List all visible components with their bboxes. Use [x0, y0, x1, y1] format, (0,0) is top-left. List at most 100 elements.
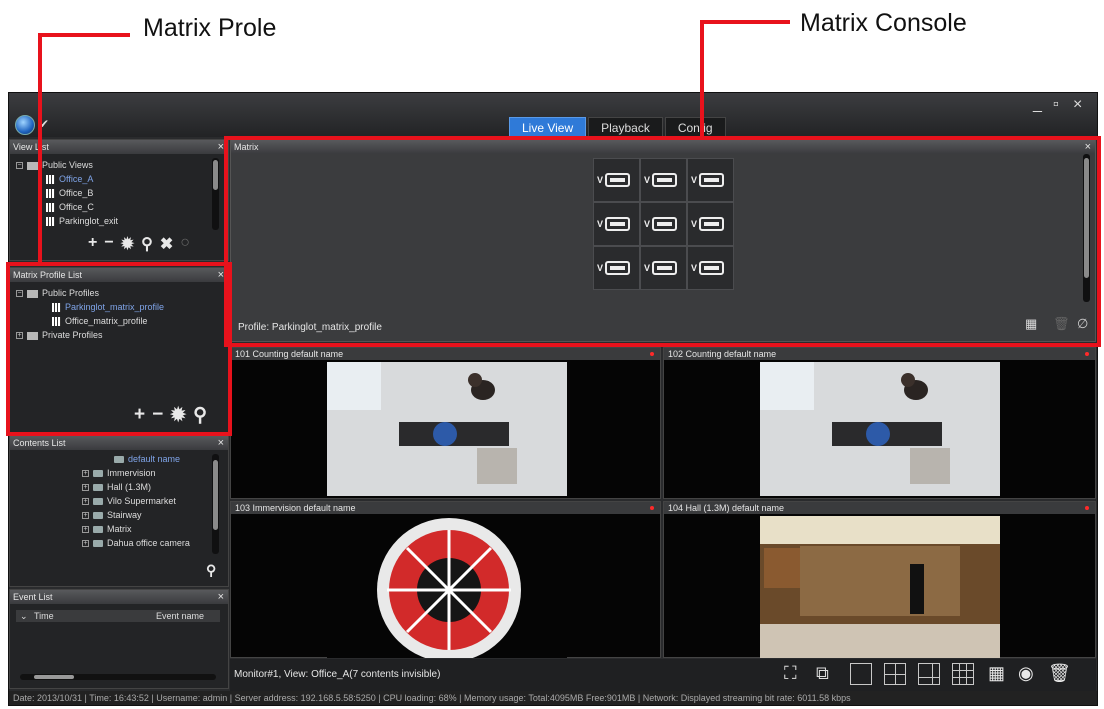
contents-scrollbar[interactable] — [212, 454, 219, 554]
video-tile-header: 101 Counting default name — [231, 348, 660, 360]
expand-icon[interactable]: + — [82, 540, 89, 548]
recording-indicator-icon — [1085, 506, 1089, 510]
video-tile[interactable]: 104 Hall (1.3M) default name — [663, 501, 1096, 658]
layout-2x2-icon[interactable] — [884, 663, 906, 685]
recording-indicator-icon — [1085, 352, 1089, 356]
video-tile[interactable]: 103 Immervision default name — [230, 501, 661, 658]
event-list-panel: Event List × ⌄ Time Event name — [9, 589, 229, 689]
app-logo-icon[interactable] — [15, 115, 35, 135]
camera-icon — [93, 498, 103, 506]
contents-scroll-thumb[interactable] — [213, 460, 218, 530]
callout-line-left-horizontal — [38, 33, 130, 37]
contents-list-title: Contents List — [13, 438, 66, 448]
collapse-icon[interactable]: − — [16, 162, 23, 170]
camera-icon — [93, 512, 103, 520]
restore-icon[interactable]: ▫ — [1053, 97, 1059, 113]
callout-line-right-horizontal — [700, 20, 790, 24]
event-hscrollbar[interactable] — [20, 674, 216, 680]
trash-icon[interactable]: 🗑 — [1048, 663, 1071, 685]
view-control-bar: Monitor#1, View: Office_A(7 contents inv… — [230, 659, 1096, 691]
fullscreen-icon[interactable]: ⛶ — [784, 663, 806, 685]
settings-gear-icon[interactable]: ✹ — [121, 234, 134, 254]
tree-item-view[interactable]: Office_A — [46, 174, 93, 185]
contents-toolbar: ⚲ — [206, 562, 216, 579]
recording-indicator-icon — [650, 506, 654, 510]
tree-item-public-views[interactable]: − Public Views — [16, 160, 93, 170]
tree-item-camera-group[interactable]: + Hall (1.3M) — [82, 482, 151, 492]
tools-icon[interactable]: ✖ — [160, 234, 173, 254]
camera-icon — [93, 540, 103, 548]
expand-icon[interactable]: + — [82, 498, 89, 506]
tree-item-content[interactable]: default name — [114, 454, 180, 464]
tree-item-camera-group[interactable]: + Immervision — [82, 468, 156, 478]
status-bar: Date: 2013/10/31 | Time: 16:43:52 | User… — [9, 691, 1097, 705]
remove-icon[interactable]: − — [104, 234, 113, 254]
main-tabs: Live View Playback Config — [509, 117, 728, 137]
close-icon[interactable]: × — [1073, 97, 1082, 113]
callout-matrix-console: Matrix Console — [800, 9, 967, 37]
tree-item-camera-group[interactable]: + Matrix — [82, 524, 132, 534]
contents-list-panel: Contents List × default name + Immervisio… — [9, 435, 229, 587]
column-event-name[interactable]: Event name — [156, 610, 204, 622]
layout-1x1-icon[interactable] — [850, 663, 872, 685]
expand-icon[interactable]: + — [82, 470, 89, 478]
search-icon[interactable]: ⚲ — [206, 562, 216, 579]
event-list-header: Event List × — [10, 590, 228, 604]
screenshot-root: Matrix Prole Matrix Console ✔ Live View … — [0, 0, 1104, 709]
expand-icon[interactable]: + — [82, 512, 89, 520]
matrix-profile-highlight — [6, 262, 232, 436]
matrix-output-icon[interactable]: ▦ — [988, 663, 1010, 685]
view-list-panel: View List × − Public Views Office_A Offic… — [9, 139, 229, 261]
expand-icon[interactable]: + — [82, 526, 89, 534]
event-list-title: Event List — [13, 592, 53, 602]
video-tile-header: 103 Immervision default name — [231, 502, 660, 514]
minimize-icon[interactable]: _ — [1033, 97, 1042, 113]
layout-grid-icon — [46, 175, 55, 185]
camera-icon — [93, 526, 103, 534]
video-tile-header: 104 Hall (1.3M) default name — [664, 502, 1095, 514]
video-tile[interactable]: 102 Counting default name — [663, 347, 1096, 499]
callout-line-right-vertical — [700, 20, 704, 136]
camera-icon — [114, 456, 124, 464]
layout-grid-icon — [46, 217, 55, 227]
title-bar: ✔ Live View Playback Config _ ▫ × — [9, 93, 1097, 137]
video-tile-header: 102 Counting default name — [664, 348, 1095, 360]
callout-line-left-vertical — [38, 33, 42, 262]
video-tile[interactable]: 101 Counting default name — [230, 347, 661, 499]
event-hscroll-thumb[interactable] — [34, 675, 74, 679]
disabled-action-icon[interactable]: ○ — [180, 234, 190, 254]
view-list-scrollbar[interactable] — [212, 158, 219, 230]
tree-item-view[interactable]: Office_B — [46, 188, 93, 199]
tree-item-camera-group[interactable]: + Stairway — [82, 510, 142, 520]
tree-item-view[interactable]: Parkinglot_exit — [46, 216, 118, 227]
contents-list-close-icon[interactable]: × — [218, 436, 224, 450]
layout-1plus5-icon[interactable] — [918, 663, 940, 685]
contents-list-header: Contents List × — [10, 436, 228, 450]
expand-icon[interactable]: + — [82, 484, 89, 492]
column-time[interactable]: Time — [34, 610, 54, 622]
snapshot-camera-icon[interactable]: ◉ — [1018, 663, 1040, 685]
layout-3x3-icon[interactable] — [952, 663, 974, 685]
view-list-toolbar: + − ✹ ⚲ ✖ ○ — [88, 234, 190, 254]
view-list-title: View List — [13, 142, 49, 152]
camera-feed-image — [760, 362, 1000, 496]
hall-feed-image — [760, 516, 1000, 658]
event-table-header: ⌄ Time Event name — [16, 610, 220, 622]
swap-view-icon[interactable]: ⧉ — [816, 663, 838, 685]
views-folder-icon — [27, 161, 38, 170]
layout-grid-icon — [46, 203, 55, 213]
tab-playback[interactable]: Playback — [588, 117, 663, 137]
view-list-scroll-thumb[interactable] — [213, 160, 218, 190]
camera-feed-image — [327, 362, 567, 496]
add-icon[interactable]: + — [88, 234, 97, 254]
search-icon[interactable]: ⚲ — [141, 234, 153, 254]
tab-live-view[interactable]: Live View — [509, 117, 587, 137]
sort-chevron-icon[interactable]: ⌄ — [20, 610, 28, 622]
tree-item-camera-group[interactable]: + Dahua office camera — [82, 538, 190, 548]
event-list-close-icon[interactable]: × — [218, 590, 224, 604]
tree-item-view[interactable]: Office_C — [46, 202, 94, 213]
tab-config[interactable]: Config — [664, 117, 726, 137]
tree-item-camera-group[interactable]: + Vilo Supermarket — [82, 496, 176, 506]
matrix-console-highlight — [224, 136, 1101, 347]
monitor-view-label: Monitor#1, View: Office_A(7 contents inv… — [234, 669, 441, 680]
